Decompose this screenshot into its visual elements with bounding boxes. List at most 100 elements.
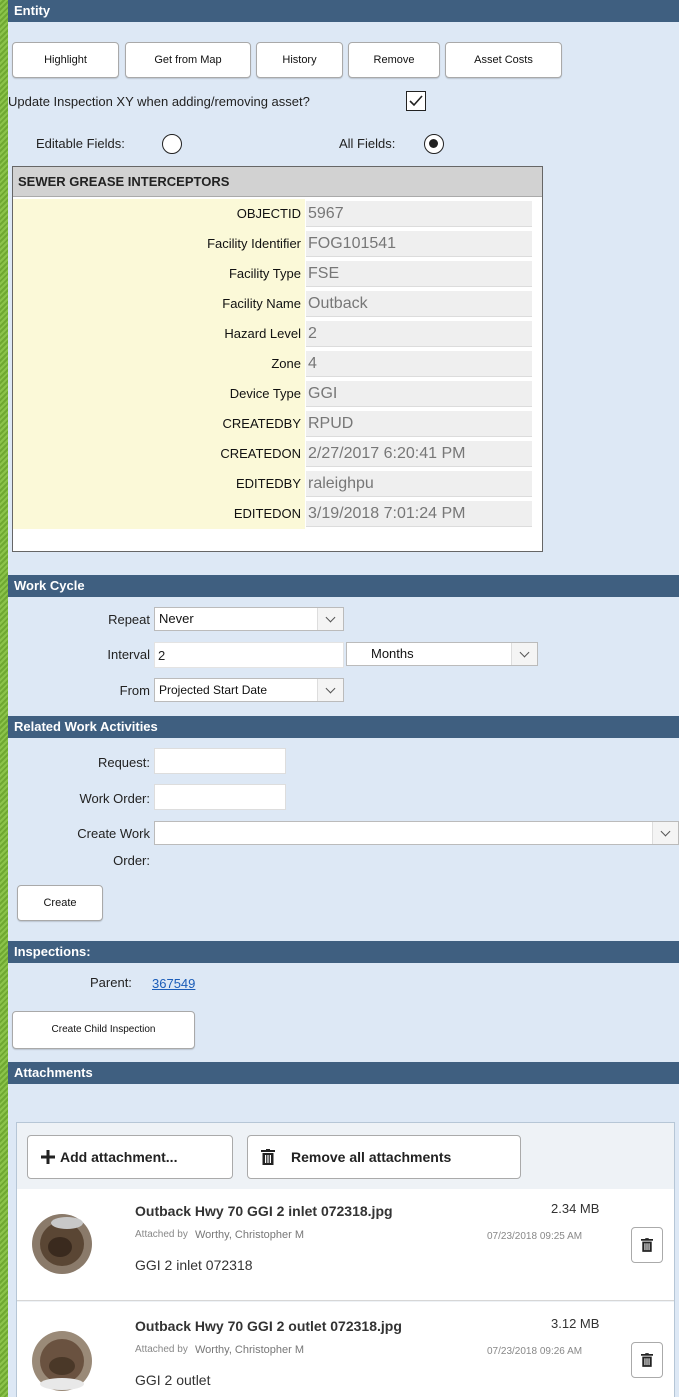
field-label: Hazard Level [13, 319, 305, 349]
table-row: Hazard Level 2 [13, 319, 542, 349]
field-label: OBJECTID [13, 199, 305, 229]
field-label: CREATEDBY [13, 409, 305, 439]
inspection-panel: Entity Highlight Get from Map History Re… [8, 0, 679, 1397]
chevron-down-icon [511, 643, 537, 665]
field-label: EDITEDON [13, 499, 305, 529]
field-label: Facility Name [13, 289, 305, 319]
field-value: 2/27/2017 6:20:41 PM [306, 441, 532, 467]
table-row: OBJECTID 5967 [13, 199, 542, 229]
attachment-filename[interactable]: Outback Hwy 70 GGI 2 outlet 072318.jpg [135, 1318, 402, 1334]
get-from-map-button[interactable]: Get from Map [125, 42, 251, 78]
interval-input[interactable]: 2 [154, 642, 344, 668]
create-button[interactable]: Create [17, 885, 103, 921]
repeat-label: Repeat [108, 612, 150, 627]
table-row: Device Type GGI [13, 379, 542, 409]
attachment-date: 07/23/2018 09:25 AM [487, 1231, 583, 1242]
field-label: CREATEDON [13, 439, 305, 469]
field-label: Device Type [13, 379, 305, 409]
from-value: Projected Start Date [159, 683, 268, 697]
update-xy-label: Update Inspection XY when adding/removin… [8, 94, 310, 109]
field-value: GGI [306, 381, 532, 407]
editable-fields-label: Editable Fields: [36, 136, 125, 151]
interval-label: Interval [107, 647, 150, 662]
attachment-size: 3.12 MB [551, 1316, 600, 1331]
all-fields-label: All Fields: [339, 136, 396, 151]
entity-header: Entity [8, 0, 679, 22]
attachment-item: Outback Hwy 70 GGI 2 outlet 072318.jpg 3… [17, 1302, 674, 1397]
work-order-label: Work Order: [79, 791, 150, 806]
interval-unit-value: Months [371, 646, 414, 661]
attachment-description: GGI 2 outlet [135, 1372, 211, 1388]
create-work-order-select[interactable] [154, 821, 679, 845]
entity-table-title: SEWER GREASE INTERCEPTORS [13, 167, 542, 197]
create-work-order-label: Create Work [77, 826, 150, 841]
update-xy-checkbox[interactable] [406, 91, 426, 111]
table-row: Facility Name Outback [13, 289, 542, 319]
attachment-size: 2.34 MB [551, 1201, 600, 1216]
attached-by-label: Attached by [135, 1229, 188, 1240]
field-label: Facility Identifier [13, 229, 305, 259]
all-fields-radio[interactable] [424, 134, 444, 154]
table-row: EDITEDON 3/19/2018 7:01:24 PM [13, 499, 542, 529]
parent-label: Parent: [90, 975, 132, 990]
attachment-filename[interactable]: Outback Hwy 70 GGI 2 inlet 072318.jpg [135, 1203, 393, 1219]
request-label: Request: [97, 755, 150, 770]
field-value: 3/19/2018 7:01:24 PM [306, 501, 532, 527]
work-cycle-header: Work Cycle [8, 575, 679, 597]
trash-icon [641, 1238, 653, 1252]
editable-fields-radio[interactable] [162, 134, 182, 154]
create-child-inspection-button[interactable]: Create Child Inspection [12, 1011, 195, 1049]
field-value: 2 [306, 321, 532, 347]
chevron-down-icon [652, 822, 678, 844]
highlight-button[interactable]: Highlight [12, 42, 119, 78]
interval-unit-select[interactable]: Months [346, 642, 538, 666]
field-label: Zone [13, 349, 305, 379]
delete-attachment-button[interactable] [631, 1227, 663, 1263]
field-label: EDITEDBY [13, 469, 305, 499]
attached-by-label: Attached by [135, 1344, 188, 1355]
checkmark-icon [409, 95, 423, 107]
attachment-description: GGI 2 inlet 072318 [135, 1257, 253, 1273]
request-input[interactable] [154, 748, 286, 774]
repeat-select[interactable]: Never [154, 607, 344, 631]
remove-button[interactable]: Remove [348, 42, 440, 78]
table-row: Zone 4 [13, 349, 542, 379]
field-label: Facility Type [13, 259, 305, 289]
table-row: EDITEDBY raleighpu [13, 469, 542, 499]
entity-attribute-table: SEWER GREASE INTERCEPTORS OBJECTID 5967 F… [12, 166, 543, 552]
trash-icon [261, 1149, 275, 1165]
field-value: 5967 [306, 201, 532, 227]
plus-icon [41, 1150, 55, 1164]
field-value: RPUD [306, 411, 532, 437]
trash-icon [641, 1353, 653, 1367]
attachments-header: Attachments [8, 1062, 679, 1084]
add-attachment-label: Add attachment... [60, 1149, 178, 1165]
table-row: CREATEDON 2/27/2017 6:20:41 PM [13, 439, 542, 469]
from-label: From [119, 683, 150, 698]
attachment-thumbnail[interactable] [27, 1209, 97, 1279]
repeat-value: Never [159, 611, 194, 626]
attachment-date: 07/23/2018 09:26 AM [487, 1346, 583, 1357]
delete-attachment-button[interactable] [631, 1342, 663, 1378]
attachment-item: Outback Hwy 70 GGI 2 inlet 072318.jpg 2.… [17, 1189, 674, 1301]
field-value: FSE [306, 261, 532, 287]
table-row: Facility Identifier FOG101541 [13, 229, 542, 259]
attachments-area: Add attachment... Remove all attachments… [16, 1122, 675, 1397]
field-value: raleighpu [306, 471, 532, 497]
field-value: FOG101541 [306, 231, 532, 257]
chevron-down-icon [317, 679, 343, 701]
from-select[interactable]: Projected Start Date [154, 678, 344, 702]
field-value: Outback [306, 291, 532, 317]
field-value: 4 [306, 351, 532, 377]
attachment-thumbnail[interactable] [27, 1326, 97, 1396]
remove-all-attachments-button[interactable]: Remove all attachments [247, 1135, 521, 1179]
history-button[interactable]: History [256, 42, 343, 78]
attached-by-name: Worthy, Christopher M [195, 1229, 305, 1241]
inspections-header: Inspections: [8, 941, 679, 963]
work-order-input[interactable] [154, 784, 286, 810]
table-row: CREATEDBY RPUD [13, 409, 542, 439]
table-row: Facility Type FSE [13, 259, 542, 289]
asset-costs-button[interactable]: Asset Costs [445, 42, 562, 78]
parent-inspection-link[interactable]: 367549 [152, 976, 195, 991]
add-attachment-button[interactable]: Add attachment... [27, 1135, 233, 1179]
